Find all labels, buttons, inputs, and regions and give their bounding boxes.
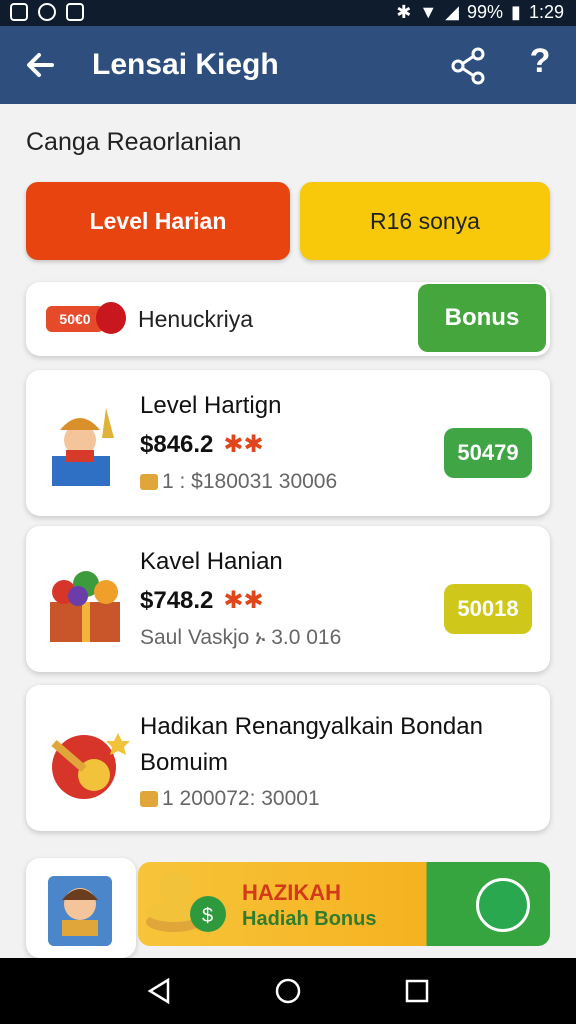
camera-icon	[38, 3, 56, 21]
help-icon[interactable]: ?	[520, 42, 560, 86]
share-icon[interactable]	[448, 46, 488, 86]
nav-recents-icon[interactable]	[402, 976, 432, 1006]
banner-title: HAZIKAH	[242, 880, 341, 905]
reward-button[interactable]: 50018	[444, 584, 532, 634]
signal-icon: ◢	[445, 2, 460, 22]
bonus-row: 50€0 Henuckriya Bonus	[26, 282, 550, 356]
wifi-icon: ▼	[419, 2, 438, 22]
boy-in-box-icon	[52, 408, 114, 486]
price-value: $748.2	[140, 587, 214, 614]
tab-level-harian[interactable]: Level Harian	[26, 182, 290, 260]
nav-back-icon[interactable]	[144, 976, 174, 1006]
banner-subtitle: Hadiah Bonus	[242, 908, 376, 931]
task-price: $846.2 ✱✱	[140, 430, 264, 459]
avatar-card	[26, 858, 136, 958]
notification-icon	[10, 3, 28, 21]
tab-r16-sonya[interactable]: R16 sonya	[300, 182, 550, 260]
task-meta: 1 200072: 30001	[140, 787, 320, 811]
task-meta: Saul Vaskjo ኑ 3.0 016	[140, 626, 342, 649]
battery-icon: ▮	[511, 2, 521, 22]
task-name: Hadikan Renangyalkain Bondan Bomuim	[140, 713, 483, 776]
avatar	[48, 876, 112, 946]
banner-subtitle-b: Bonus	[314, 908, 377, 930]
coin-icon	[140, 791, 158, 808]
back-arrow-icon[interactable]	[22, 46, 60, 84]
clock: 1:29	[528, 2, 564, 22]
bonus-row-text: Henuckriya	[138, 306, 254, 332]
status-bar: ✱ ▼ ◢ 99% ▮ 1:29	[0, 0, 576, 26]
svg-text:$: $	[202, 905, 213, 927]
meta-text: 1 : $180031 30006	[162, 470, 338, 493]
task-card[interactable]: Hadikan Renangyalkain Bondan Bomuim 1 20…	[26, 685, 550, 831]
meta-text: 1 200072: 30001	[162, 787, 320, 810]
banner-subtitle-a: Hadiah	[242, 908, 309, 930]
nav-home-icon[interactable]	[273, 976, 303, 1006]
page-title: Lensai Kiegh	[92, 48, 279, 81]
apple-icon	[96, 302, 126, 334]
stars-badge: ✱✱	[223, 587, 264, 614]
task-name: Level Hartign	[140, 392, 282, 419]
system-nav-bar	[0, 958, 576, 1024]
promo-banner[interactable]: $ HAZIKAH Hadiah Bonus	[26, 858, 550, 958]
bluetooth-icon: ✱	[396, 2, 412, 22]
task-price: $748.2 ✱✱	[140, 586, 264, 615]
bonus-banner[interactable]: $ HAZIKAH Hadiah Bonus	[138, 862, 550, 946]
price-value: $846.2	[140, 431, 214, 458]
fruit-basket-icon	[50, 571, 120, 642]
section-title: Canga Reaorlanian	[26, 128, 242, 156]
coins-icon: $	[146, 872, 226, 932]
coin-icon	[140, 474, 158, 491]
chat-icon[interactable]	[476, 878, 530, 932]
task-name: Kavel Hanian	[140, 548, 283, 575]
reward-button[interactable]: 50479	[444, 428, 532, 478]
bonus-button[interactable]: Bonus	[418, 284, 546, 352]
task-meta: 1 : $180031 30006	[140, 470, 337, 494]
task-card[interactable]: Level Hartign $846.2 ✱✱ 1 : $180031 30006…	[26, 370, 550, 516]
app-bar: Lensai Kiegh ?	[0, 26, 576, 104]
app-icon	[66, 3, 84, 21]
task-card[interactable]: Kavel Hanian $748.2 ✱✱ Saul Vaskjo ኑ 3.0 …	[26, 526, 550, 672]
stars-badge: ✱✱	[223, 431, 264, 458]
battery-text: 99%	[467, 2, 504, 22]
red-coin-bag-icon	[51, 733, 130, 799]
